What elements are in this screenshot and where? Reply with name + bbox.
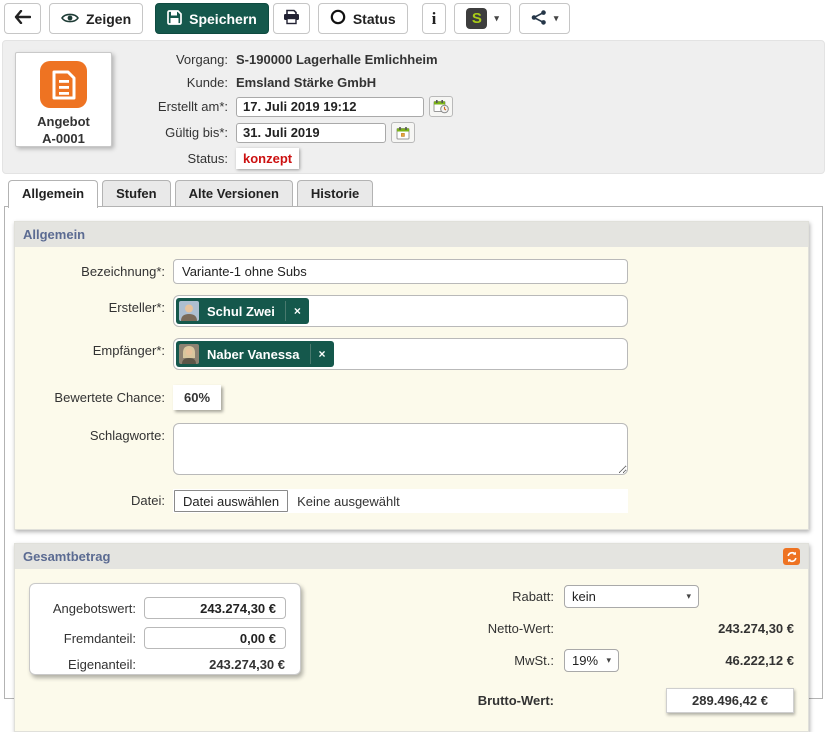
speichern-label: Speichern <box>189 11 257 27</box>
empfaenger-label: Empfänger*: <box>15 338 165 358</box>
app-menu-button[interactable]: S ▾ <box>454 3 511 34</box>
bezeichnung-label: Bezeichnung*: <box>15 259 165 279</box>
schlagworte-label: Schlagworte: <box>15 423 165 443</box>
avatar <box>179 301 199 321</box>
calendar-icon[interactable] <box>391 122 415 143</box>
chip-name: Schul Zwei <box>199 304 285 319</box>
vorgang-value: S-190000 Lagerhalle Emlichheim <box>236 52 438 67</box>
zeigen-button[interactable]: Zeigen <box>49 3 143 34</box>
eigenanteil-value: 243.274,30 € <box>144 657 286 672</box>
fremdanteil-input[interactable] <box>144 627 286 649</box>
chevron-down-icon: ▾ <box>494 14 499 23</box>
back-button[interactable] <box>4 3 41 34</box>
speichern-button[interactable]: Speichern <box>155 3 269 34</box>
mwst-select[interactable]: 19% ▾ <box>564 649 619 672</box>
section-title: Gesamtbetrag <box>23 549 110 564</box>
rabatt-label: Rabatt: <box>452 589 554 604</box>
kunde-label: Kunde: <box>148 75 228 90</box>
share-button[interactable]: ▾ <box>519 3 571 34</box>
back-arrow-icon <box>14 10 31 27</box>
status-button-label: Status <box>353 11 396 27</box>
angebotswert-box: Angebotswert: Fremdanteil: Eigenanteil: … <box>29 583 301 675</box>
status-button[interactable]: Status <box>318 3 408 34</box>
empfaenger-chip[interactable]: Naber Vanessa × <box>176 341 334 367</box>
angebotswert-label: Angebotswert: <box>40 601 136 616</box>
erstellt-am-label: Erstellt am*: <box>148 99 228 114</box>
summen-box: Rabatt: kein ▾ Netto-Wert: 243.274,30 € … <box>452 583 794 713</box>
netto-wert-value: 243.274,30 € <box>564 621 794 636</box>
chance-label: Bewertete Chance: <box>15 384 165 405</box>
section-title: Allgemein <box>23 227 85 242</box>
section-gesamtbetrag-body: Angebotswert: Fremdanteil: Eigenanteil: … <box>15 569 808 731</box>
info-icon: i <box>432 9 437 29</box>
section-allgemein-header: Allgemein <box>15 222 808 247</box>
bezeichnung-input[interactable] <box>173 259 628 284</box>
chevron-down-icon: ▾ <box>554 14 559 23</box>
save-icon <box>167 10 182 28</box>
tab-content: Allgemein Bezeichnung*: Ersteller*: Schu… <box>4 206 823 699</box>
eye-icon <box>61 11 79 27</box>
ersteller-chip[interactable]: Schul Zwei × <box>176 298 309 324</box>
tab-stufen[interactable]: Stufen <box>102 180 170 206</box>
status-label: Status: <box>148 151 228 166</box>
datei-label: Datei: <box>15 489 165 508</box>
tab-bar: Allgemein Stufen Alte Versionen Historie <box>8 180 827 206</box>
tab-alte-versionen[interactable]: Alte Versionen <box>175 180 293 206</box>
tab-allgemein[interactable]: Allgemein <box>8 180 98 208</box>
refresh-icon[interactable] <box>783 548 800 565</box>
netto-wert-label: Netto-Wert: <box>452 621 554 636</box>
section-gesamtbetrag-header: Gesamtbetrag <box>15 544 808 569</box>
mwst-selected-value: 19% <box>572 653 598 668</box>
file-select-button[interactable]: Datei auswählen <box>174 490 288 512</box>
mwst-amount: 46.222,12 € <box>619 653 794 668</box>
toolbar: Zeigen Speichern Status i S ▾ ▾ <box>0 0 827 38</box>
print-button[interactable] <box>273 3 310 34</box>
status-circle-icon <box>330 9 346 28</box>
close-icon[interactable]: × <box>310 344 334 364</box>
file-status-text: Keine ausgewählt <box>297 494 400 509</box>
gueltig-bis-input[interactable] <box>236 123 386 143</box>
share-icon <box>531 10 547 28</box>
chance-value: 60% <box>173 385 221 410</box>
section-allgemein: Allgemein Bezeichnung*: Ersteller*: Schu… <box>14 221 809 530</box>
status-badge: konzept <box>236 148 299 169</box>
chevron-down-icon: ▾ <box>606 656 611 665</box>
info-button[interactable]: i <box>422 3 447 34</box>
vorgang-label: Vorgang: <box>148 52 228 67</box>
ersteller-input[interactable]: Schul Zwei × <box>173 295 628 327</box>
calendar-clock-icon[interactable] <box>429 96 453 117</box>
tab-historie[interactable]: Historie <box>297 180 373 206</box>
print-icon <box>283 9 300 28</box>
section-allgemein-body: Bezeichnung*: Ersteller*: Schul Zwei × E <box>15 247 808 529</box>
record-header: Angebot A-0001 Vorgang: S-190000 Lagerha… <box>2 40 825 174</box>
record-type-label: Angebot <box>16 113 111 130</box>
section-gesamtbetrag: Gesamtbetrag Angebotswert: Fremdanteil: <box>14 543 809 732</box>
chevron-down-icon: ▾ <box>686 592 691 601</box>
empfaenger-input[interactable]: Naber Vanessa × <box>173 338 628 370</box>
mwst-label: MwSt.: <box>452 653 554 668</box>
record-type-card: Angebot A-0001 <box>15 52 112 147</box>
avatar <box>179 344 199 364</box>
rabatt-selected-value: kein <box>572 589 596 604</box>
document-icon <box>40 61 87 108</box>
chip-name: Naber Vanessa <box>199 347 310 362</box>
header-fields: Vorgang: S-190000 Lagerhalle Emlichheim … <box>148 50 453 173</box>
close-icon[interactable]: × <box>285 301 309 321</box>
record-number: A-0001 <box>16 130 111 147</box>
gueltig-bis-label: Gültig bis*: <box>148 125 228 140</box>
eigenanteil-label: Eigenanteil: <box>40 657 136 672</box>
erstellt-am-input[interactable] <box>236 97 424 117</box>
ersteller-label: Ersteller*: <box>15 295 165 315</box>
kunde-value: Emsland Stärke GmbH <box>236 75 376 90</box>
fremdanteil-label: Fremdanteil: <box>40 631 136 646</box>
rabatt-select[interactable]: kein ▾ <box>564 585 699 608</box>
schlagworte-textarea[interactable] <box>173 423 628 475</box>
file-input: Datei auswählen Keine ausgewählt <box>173 489 628 513</box>
angebotswert-input[interactable] <box>144 597 286 619</box>
app-logo-icon: S <box>466 8 487 29</box>
zeigen-label: Zeigen <box>86 11 131 27</box>
